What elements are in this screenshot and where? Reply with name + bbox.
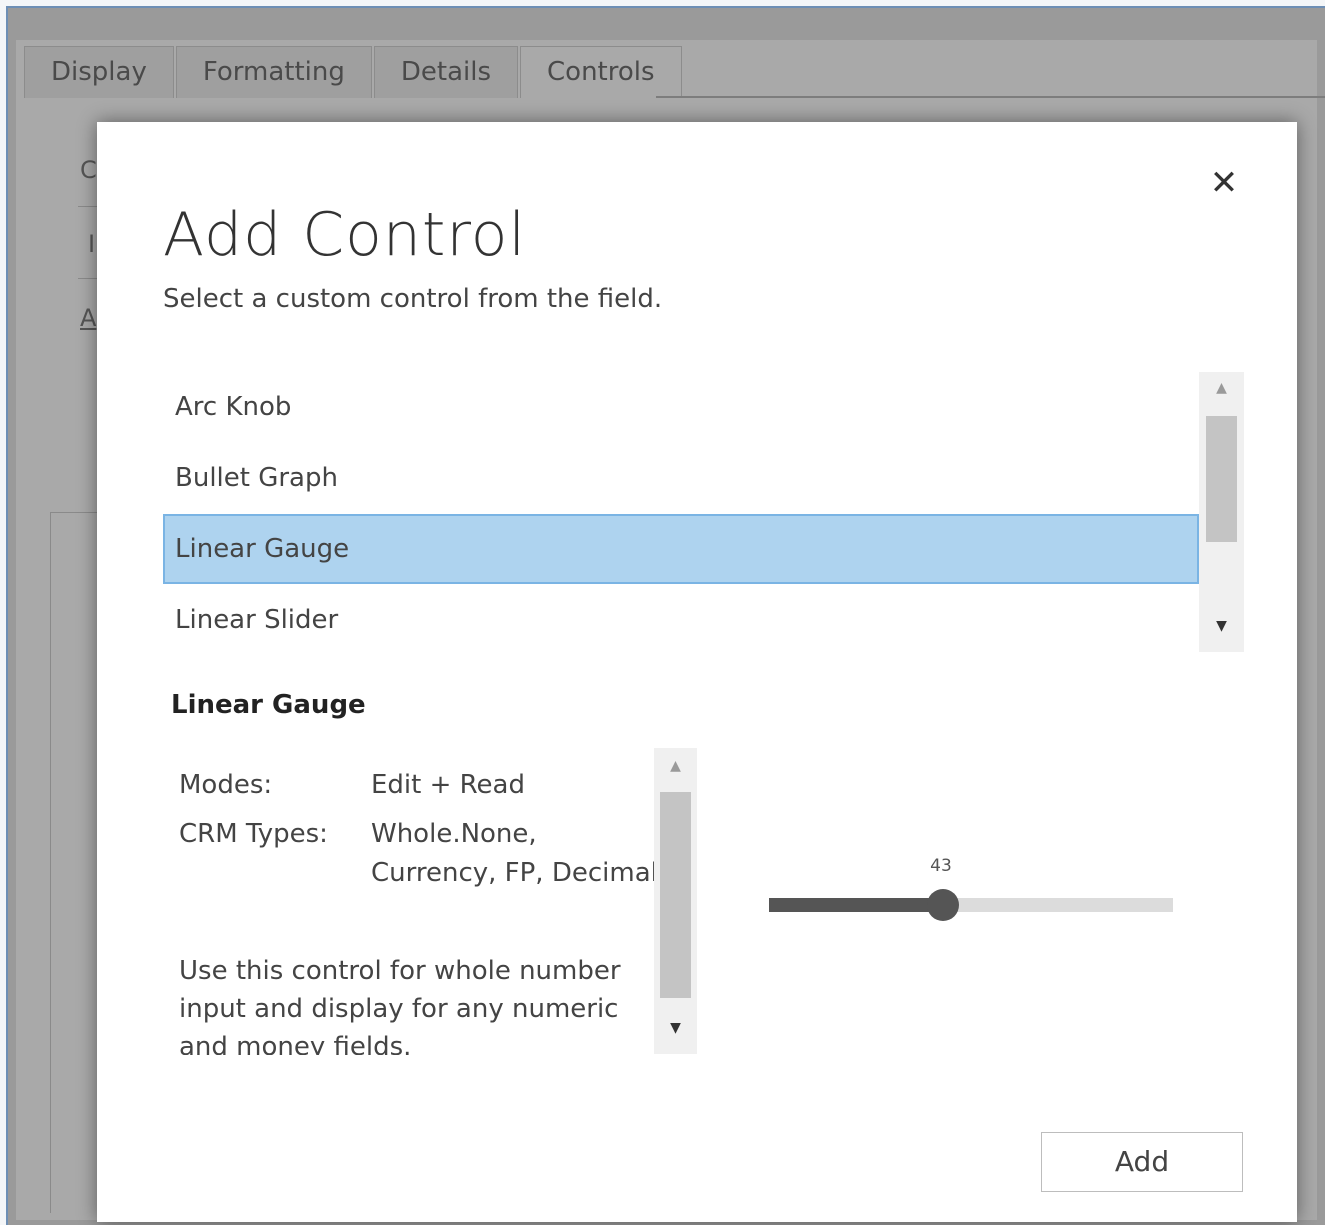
details-scrollbar[interactable]: ▲ ▼ <box>654 748 697 1054</box>
control-listbox[interactable]: Arc Knob Bullet Graph Linear Gauge Linea… <box>163 372 1244 652</box>
list-item-linear-slider[interactable]: Linear Slider <box>163 585 1199 655</box>
details-scroll-down-icon[interactable]: ▼ <box>654 1014 697 1042</box>
modes-value: Edit + Read <box>371 770 525 800</box>
tab-details[interactable]: Details <box>373 46 519 98</box>
details-heading: Linear Gauge <box>171 690 366 720</box>
crm-types-value-line-2: Currency, FP, Decimal <box>371 858 658 888</box>
tab-controls[interactable]: Controls <box>520 46 682 98</box>
list-item-linear-gauge[interactable]: Linear Gauge <box>163 514 1199 584</box>
crm-types-value-line-1: Whole.None, <box>371 819 537 849</box>
details-scroll-up-icon[interactable]: ▲ <box>654 752 697 780</box>
list-scrollbar[interactable]: ▲ ▼ <box>1199 372 1244 652</box>
dialog-title: Add Control <box>163 200 527 270</box>
details-scroll-thumb[interactable] <box>660 792 691 998</box>
background-link-fragment: A <box>80 304 97 332</box>
background-text-fragment: I <box>88 230 96 258</box>
gauge-value-label: 43 <box>930 856 952 876</box>
modes-label: Modes: <box>179 770 273 800</box>
crm-types-label: CRM Types: <box>179 819 328 849</box>
gauge-fill <box>769 898 943 912</box>
tab-formatting[interactable]: Formatting <box>175 46 372 98</box>
scroll-up-icon[interactable]: ▲ <box>1199 374 1244 402</box>
list-item-arc-knob[interactable]: Arc Knob <box>163 372 1199 442</box>
background-panel <box>50 512 99 1213</box>
tab-display[interactable]: Display <box>24 46 174 98</box>
list-scroll-thumb[interactable] <box>1206 416 1237 542</box>
tab-underline <box>656 96 1325 98</box>
gauge-thumb[interactable] <box>926 889 959 921</box>
add-control-dialog: ✕ Add Control Select a custom control fr… <box>97 122 1297 1222</box>
background-tab-strip: Display Formatting Details Controls <box>24 46 684 98</box>
control-description: Use this control for whole number input … <box>179 956 621 1055</box>
dialog-subtitle: Select a custom control from the field. <box>163 284 663 314</box>
scroll-down-icon[interactable]: ▼ <box>1199 612 1244 640</box>
add-button[interactable]: Add <box>1041 1132 1243 1192</box>
list-item-bullet-graph[interactable]: Bullet Graph <box>163 443 1199 513</box>
close-icon[interactable]: ✕ <box>1205 164 1243 202</box>
background-text-fragment: C <box>80 156 97 184</box>
background-divider <box>78 278 98 279</box>
linear-gauge-preview[interactable] <box>769 889 1173 921</box>
background-divider <box>78 206 98 207</box>
